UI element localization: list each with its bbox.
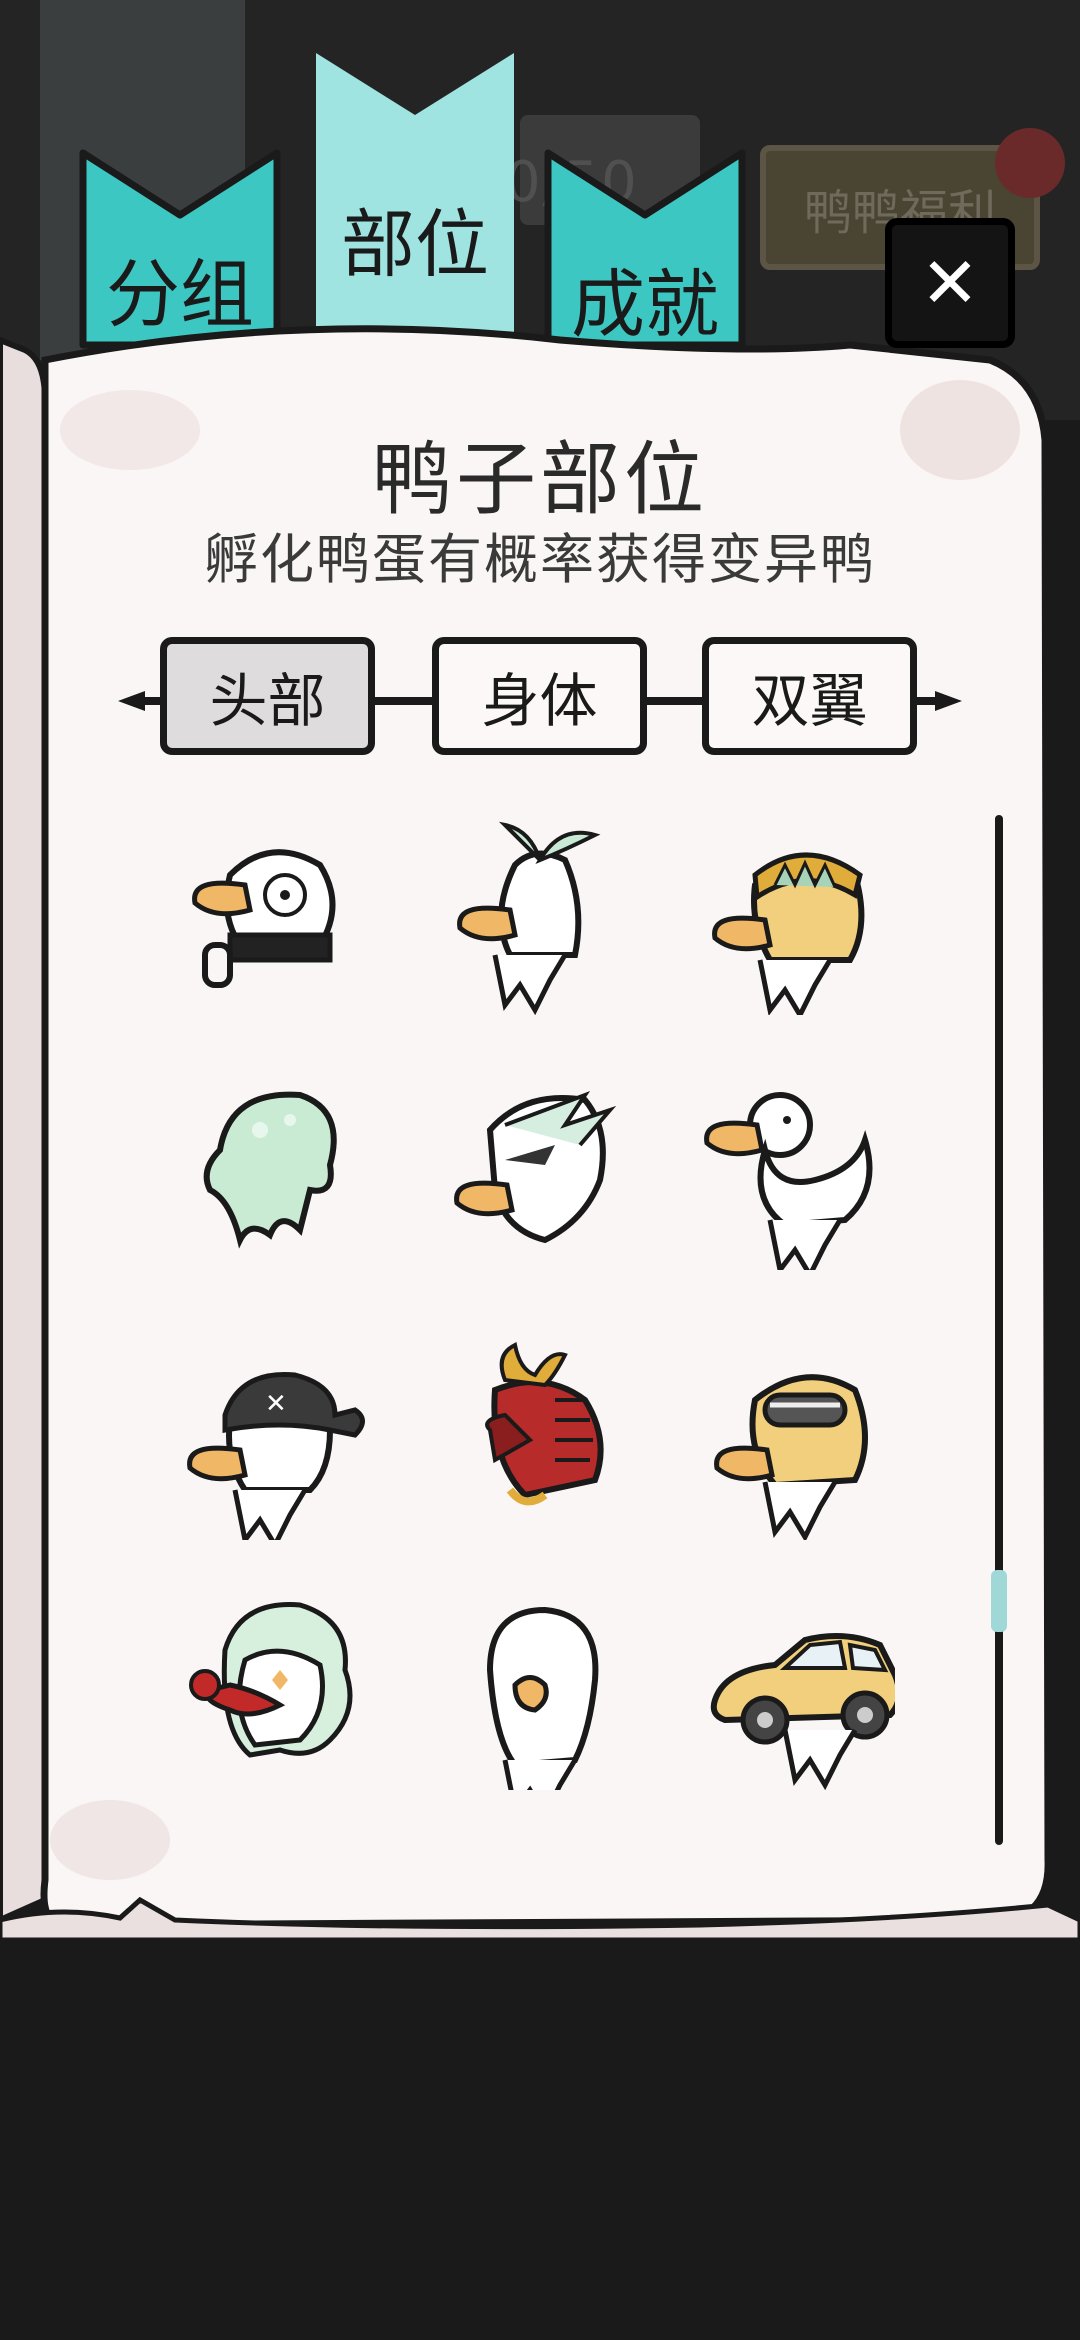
zombie-duck-head-icon [192,849,336,988]
part-item[interactable] [695,815,895,1021]
parts-scrollbar[interactable] [995,815,1003,1845]
category-wings-button[interactable]: 双翼 [702,637,917,755]
part-item[interactable] [170,1070,370,1270]
feather-crest-duck-head-icon [454,1090,617,1244]
part-item[interactable] [170,815,370,1015]
parts-scrollbar-thumb[interactable] [991,1570,1007,1632]
notification-dot [995,128,1065,198]
tab-parts[interactable]: 部位 [310,45,520,335]
part-item[interactable] [435,1070,635,1270]
sprout-duck-head-icon [457,821,601,1016]
plain-duck-head-icon [704,1092,873,1281]
hooded-duck-head-icon [486,1606,599,1821]
part-item[interactable] [695,1590,902,1791]
clown-duck-head-icon [189,1602,353,1758]
pirate-bandana-duck-head-icon: ✕ [187,1372,365,1551]
page-subtitle: 孵化鸭蛋有概率获得变异鸭 [204,528,876,591]
close-button[interactable]: ✕ [885,218,1015,348]
close-icon: ✕ [920,242,980,324]
part-item[interactable]: ✕ [170,1340,370,1551]
tab-parts-label: 部位 [341,202,489,288]
slime-duck-head-icon [203,1091,337,1249]
part-item[interactable] [170,1590,370,1790]
part-item[interactable] [695,1340,895,1543]
svg-text:✕: ✕ [265,1389,287,1419]
car-duck-head-icon [710,1633,902,1791]
racing-helmet-duck-head-icon [714,1374,868,1543]
viking-helmet-duck-head-icon [712,852,865,1021]
category-head-button[interactable]: 头部 [160,637,375,755]
samurai-armor-duck-head-icon [485,1342,604,1506]
part-item[interactable] [695,1070,895,1281]
part-item[interactable] [435,815,635,1016]
page-title: 鸭子部位 [372,433,708,526]
part-item[interactable] [435,1340,635,1540]
part-item[interactable] [435,1590,635,1821]
category-body-button[interactable]: 身体 [432,637,647,755]
